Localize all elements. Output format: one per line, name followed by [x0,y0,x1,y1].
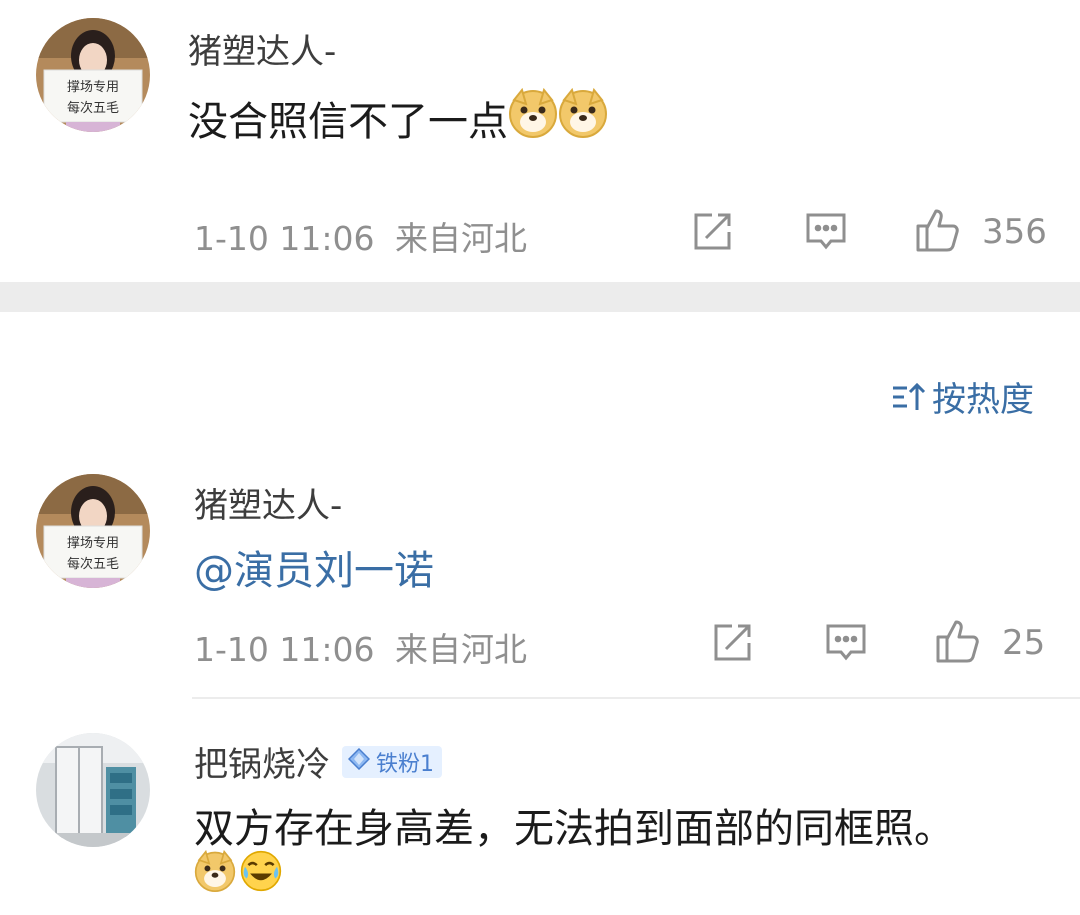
username[interactable]: 把锅烧冷 [194,737,330,786]
share-icon[interactable] [690,210,734,254]
sort-label: 按热度 [932,380,1034,420]
doge-emoji [194,849,236,896]
timestamp: 1-10 11:06 [194,630,375,669]
doge-emoji [508,87,558,148]
svg-text:每次五毛: 每次五毛 [67,556,119,572]
diamond-icon [347,747,371,776]
username-row: 把锅烧冷 铁粉1 [194,737,442,786]
doge-emoji [558,87,608,148]
reply-divider [192,697,1080,699]
like-icon[interactable] [914,206,962,254]
emoji-row [194,849,282,896]
comment-meta: 1-10 11:06 来自河北 [194,212,527,260]
like-count: 25 [1002,623,1046,663]
sort-icon [890,379,926,415]
like-count: 356 [982,212,1047,252]
fan-badge[interactable]: 铁粉1 [342,745,442,778]
laugh-cry-emoji [240,850,282,896]
username[interactable]: 猪塑达人- [194,478,342,527]
location: 来自河北 [395,630,527,669]
avatar[interactable] [36,733,150,847]
comment-icon[interactable] [824,621,868,665]
sort-toggle[interactable]: 按热度 [890,372,1034,421]
mention-link[interactable]: @演员刘一诺 [194,538,434,596]
svg-text:撑场专用: 撑场专用 [67,536,119,551]
comment-text: 双方存在身高差，无法拍到面部的同框照。 [194,806,954,852]
comment-text-body: 没合照信不了一点 [188,99,508,145]
comment-text: 没合照信不了一点 [188,87,608,148]
location: 来自河北 [395,219,527,258]
svg-text:每次五毛: 每次五毛 [67,100,119,116]
section-divider [0,282,1080,312]
avatar[interactable]: 撑场专用 每次五毛 [36,474,150,588]
avatar[interactable]: 撑场专用 每次五毛 [36,18,150,132]
reply-meta: 1-10 11:06 来自河北 [194,623,527,671]
like-icon[interactable] [934,617,982,665]
comment-icon[interactable] [804,210,848,254]
svg-text:撑场专用: 撑场专用 [67,80,119,95]
share-icon[interactable] [710,621,754,665]
timestamp: 1-10 11:06 [194,219,375,258]
fan-badge-label: 铁粉1 [376,751,434,777]
username[interactable]: 猪塑达人- [188,24,336,73]
